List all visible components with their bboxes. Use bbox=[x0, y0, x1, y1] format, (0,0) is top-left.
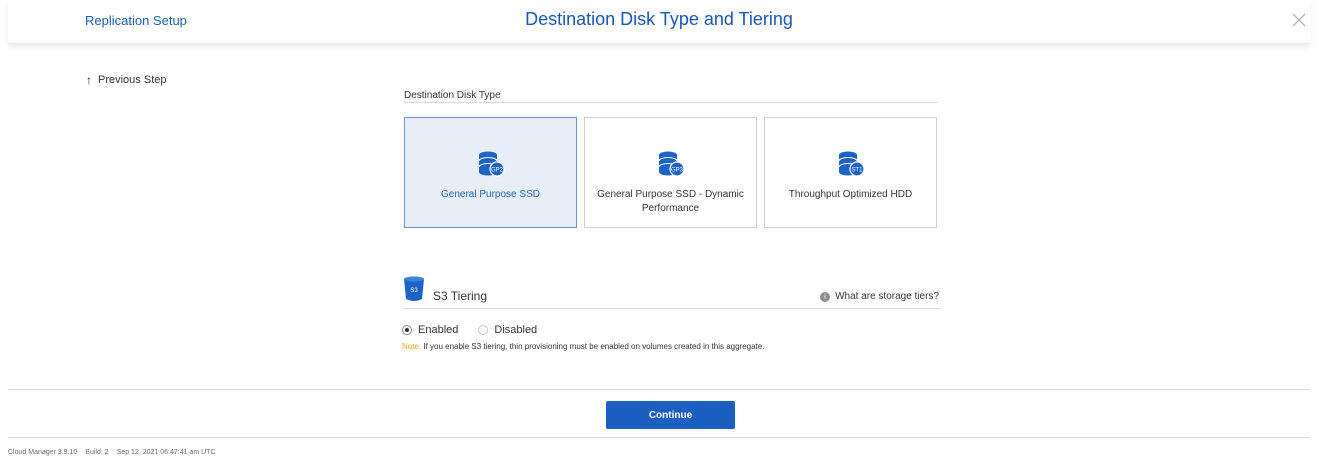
disk-badge-gp3: GP3 bbox=[670, 168, 683, 174]
s3-tiering-title: S3 Tiering bbox=[433, 289, 488, 303]
build-timestamp: Sep 12, 2021 06:47:41 am UTC bbox=[116, 449, 216, 456]
info-icon: i bbox=[820, 291, 831, 302]
footer-divider bbox=[8, 437, 1310, 438]
page-header: Replication Setup Destination Disk Type … bbox=[8, 0, 1310, 44]
s3-divider bbox=[403, 308, 941, 309]
footer: Cloud Manager 3.9.10 Build: 2 Sep 12, 20… bbox=[8, 449, 215, 456]
disk-badge-st1: ST1 bbox=[851, 168, 863, 174]
disk-badge-gp2: GP2 bbox=[490, 168, 503, 174]
continue-button[interactable]: Continue bbox=[606, 401, 735, 429]
radio-enabled[interactable]: Enabled bbox=[402, 324, 458, 336]
actions-divider bbox=[8, 389, 1310, 390]
radio-dot[interactable] bbox=[402, 325, 412, 335]
disk-type-section-label: Destination Disk Type bbox=[404, 90, 501, 101]
storage-tiers-help-label: What are storage tiers? bbox=[835, 291, 939, 302]
build-number: Build: 2 bbox=[85, 449, 109, 456]
disk-type-card-st1[interactable]: ST1 Throughput Optimized HDD bbox=[764, 117, 937, 228]
disk-type-cards: GP2 General Purpose SSD GP3 General Purp… bbox=[404, 117, 937, 228]
s3-bucket-icon: S3 bbox=[404, 276, 424, 301]
section-divider bbox=[403, 102, 938, 103]
tiering-note: Note: If you enable S3 tiering, thin pro… bbox=[402, 342, 764, 351]
s3-tiering-options: Enabled Disabled bbox=[402, 324, 537, 336]
app-version: Cloud Manager 3.9.10 bbox=[8, 449, 78, 456]
disk-type-label: General Purpose SSD - Dynamic Performanc… bbox=[597, 189, 744, 214]
arrow-up-icon: ↑ bbox=[86, 73, 92, 87]
page-title: Destination Disk Type and Tiering bbox=[525, 9, 793, 29]
disk-gp3-icon: GP3 bbox=[658, 151, 685, 177]
close-icon[interactable] bbox=[1288, 9, 1310, 31]
disk-gp2-icon: GP2 bbox=[478, 151, 505, 177]
note-text: If you enable S3 tiering, thin provision… bbox=[421, 342, 765, 351]
storage-tiers-help-link[interactable]: i What are storage tiers? bbox=[820, 291, 939, 302]
s3-icon-label: S3 bbox=[410, 288, 418, 294]
disk-type-label: General Purpose SSD bbox=[441, 189, 540, 200]
radio-dot[interactable] bbox=[478, 325, 489, 335]
disk-type-card-gp3[interactable]: GP3 General Purpose SSD - Dynamic Perfor… bbox=[584, 117, 757, 228]
previous-step-link[interactable]: ↑ Previous Step bbox=[86, 73, 166, 87]
radio-disabled-label: Disabled bbox=[494, 324, 538, 336]
previous-step-label: Previous Step bbox=[98, 74, 167, 86]
radio-enabled-label: Enabled bbox=[418, 324, 459, 336]
note-key: Note: bbox=[402, 342, 422, 351]
radio-disabled[interactable]: Disabled bbox=[478, 324, 537, 336]
disk-st1-icon: ST1 bbox=[838, 151, 865, 177]
disk-type-label: Throughput Optimized HDD bbox=[788, 189, 913, 200]
disk-type-card-gp2[interactable]: GP2 General Purpose SSD bbox=[404, 117, 577, 228]
